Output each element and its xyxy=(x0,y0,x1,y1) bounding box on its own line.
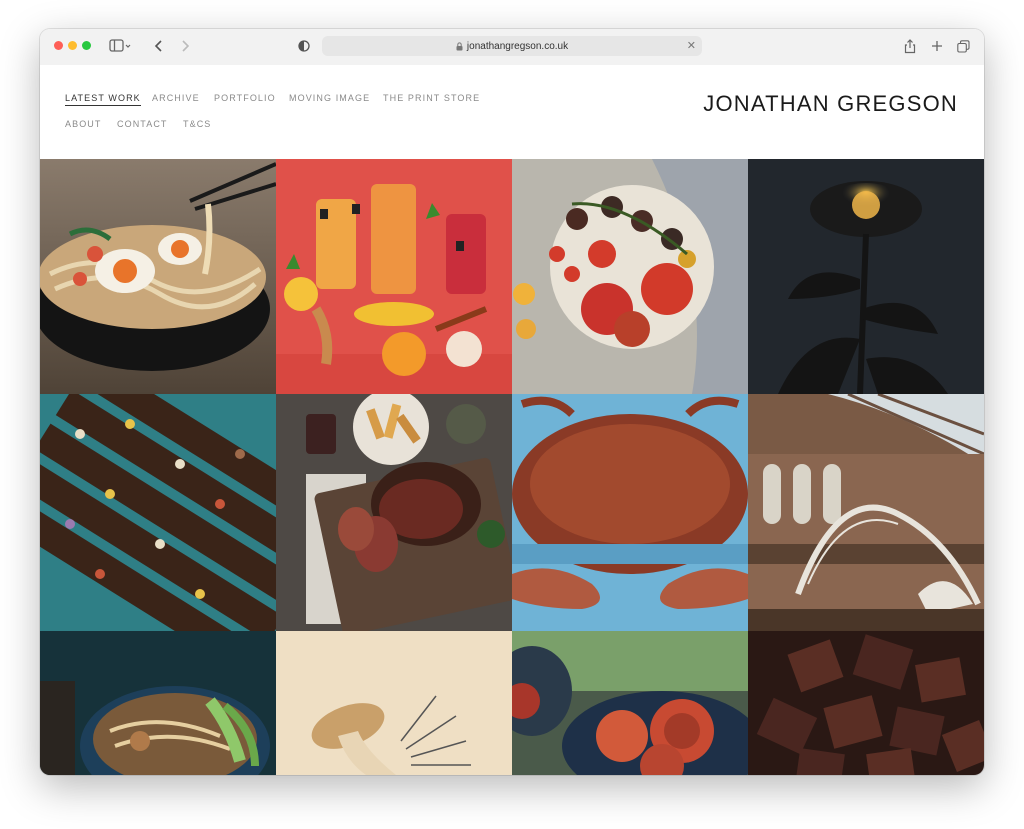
site-title[interactable]: JONATHAN GREGSON xyxy=(703,91,958,117)
browser-toolbar: jonathangregson.co.uk ✕ xyxy=(40,29,984,66)
gallery-image-chocolate[interactable] xyxy=(748,631,984,775)
gallery-image-museum[interactable] xyxy=(748,394,984,631)
tab-overview-icon[interactable] xyxy=(955,37,971,55)
nav-archive[interactable]: ARCHIVE xyxy=(152,93,200,103)
gallery-image-roast-beef[interactable] xyxy=(276,394,512,631)
gallery-image-crab[interactable] xyxy=(512,394,748,631)
share-icon[interactable] xyxy=(902,37,918,55)
gallery-image-tomatoes[interactable] xyxy=(512,159,748,394)
url-text: jonathangregson.co.uk xyxy=(466,40,569,52)
nav-about[interactable]: ABOUT xyxy=(65,119,102,129)
nav-portfolio[interactable]: PORTFOLIO xyxy=(214,93,276,103)
nav-tcs[interactable]: T&CS xyxy=(183,119,211,129)
close-window-button[interactable] xyxy=(54,41,63,50)
forward-arrow-icon[interactable] xyxy=(178,37,192,55)
nav-moving-image[interactable]: MOVING IMAGE xyxy=(289,93,370,103)
gallery-image-noodle-bowl[interactable] xyxy=(40,631,276,775)
clear-url-icon[interactable]: ✕ xyxy=(687,39,696,52)
gallery-image-mushroom[interactable] xyxy=(276,631,512,775)
gallery-image-flower[interactable] xyxy=(748,159,984,394)
gallery-image-ramen[interactable] xyxy=(40,159,276,394)
browser-window: jonathangregson.co.uk ✕ LATEST WORK ARCH… xyxy=(40,29,984,775)
gallery-image-chocolate-bark[interactable] xyxy=(40,394,276,631)
nav-contact[interactable]: CONTACT xyxy=(117,119,168,129)
back-arrow-icon[interactable] xyxy=(152,37,166,55)
nav-latest-work[interactable]: LATEST WORK xyxy=(65,93,141,106)
site-header: LATEST WORK ARCHIVE PORTFOLIO MOVING IMA… xyxy=(40,65,984,159)
gallery-image-iced-tea[interactable] xyxy=(276,159,512,394)
minimize-window-button[interactable] xyxy=(68,41,77,50)
lock-icon xyxy=(456,41,463,51)
address-bar[interactable]: jonathangregson.co.uk ✕ xyxy=(322,36,702,56)
sidebar-toggle-icon[interactable] xyxy=(108,37,132,55)
privacy-shield-icon[interactable] xyxy=(296,37,312,55)
gallery-grid xyxy=(40,159,984,775)
zoom-window-button[interactable] xyxy=(82,41,91,50)
gallery-image-figs[interactable] xyxy=(512,631,748,775)
new-tab-icon[interactable] xyxy=(929,37,945,55)
nav-print-store[interactable]: THE PRINT STORE xyxy=(383,93,480,103)
